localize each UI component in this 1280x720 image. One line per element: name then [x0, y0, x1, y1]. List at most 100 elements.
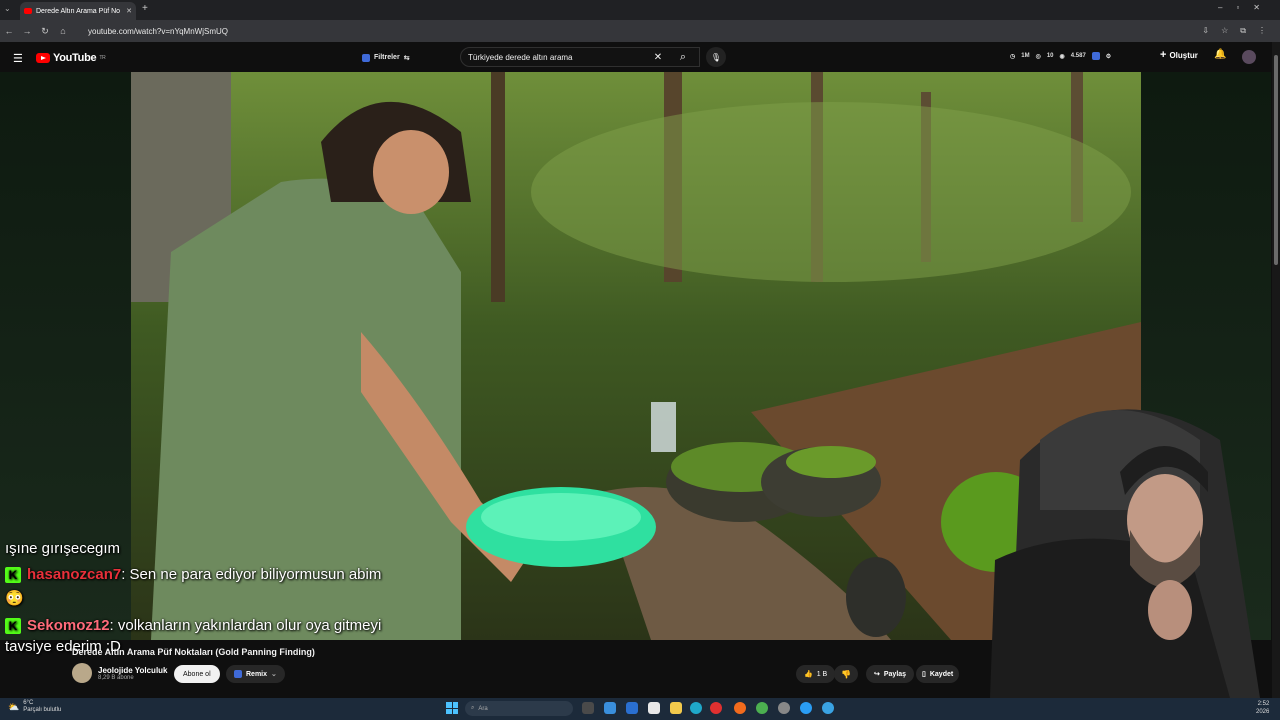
- chrome-icon[interactable]: [756, 702, 768, 714]
- chat-username: hasanozcan7: [27, 566, 122, 583]
- install-icon[interactable]: ⇩: [1202, 26, 1209, 36]
- notifications-bell-icon[interactable]: 🔔: [1214, 49, 1226, 60]
- chat-message-3: K Sekomoz12: volkanların yakınlardan olur…: [5, 617, 382, 635]
- share-label: Paylaş: [883, 670, 907, 678]
- thumbs-up-icon: 👍: [804, 671, 813, 678]
- bookmark-icon: ▯: [922, 671, 926, 678]
- opera-icon[interactable]: [710, 702, 722, 714]
- like-count: 1 B: [816, 670, 828, 678]
- subscribe-button[interactable]: Abone ol: [174, 665, 220, 683]
- extensions-icon[interactable]: ⧉: [1240, 26, 1246, 36]
- filter-label: Filtreler: [374, 54, 400, 61]
- address-bar: ← → ↻ ⌂ youtube.com/watch?v=nYqMnWjSmUQ …: [0, 20, 1280, 42]
- remix-button[interactable]: Remix ⌄: [226, 665, 285, 683]
- app-icon-3[interactable]: [648, 702, 660, 714]
- tab-title: Derede Altın Arama Püf No: [36, 7, 121, 15]
- clock-time: 2:52: [1257, 701, 1270, 707]
- share-icon: ↪: [874, 671, 880, 678]
- microphone-icon[interactable]: 🎙: [706, 47, 726, 67]
- minimize-icon[interactable]: –: [1218, 3, 1222, 12]
- user-avatar[interactable]: [1242, 50, 1256, 64]
- app-icon-5[interactable]: [800, 702, 812, 714]
- browser-tab[interactable]: Derede Altın Arama Püf No ✕: [20, 2, 136, 20]
- close-window-icon[interactable]: ✕: [1253, 3, 1260, 12]
- firefox-icon[interactable]: [734, 702, 746, 714]
- clock-date: 2026: [1256, 709, 1270, 715]
- channel-avatar[interactable]: [72, 663, 92, 683]
- youtube-play-icon: [36, 53, 50, 63]
- eye-icon: ◎: [1035, 53, 1041, 60]
- forward-icon[interactable]: →: [18, 26, 36, 36]
- save-button[interactable]: ▯ Kaydet: [916, 665, 960, 683]
- save-label: Kaydet: [929, 670, 954, 678]
- remix-label: Remix: [246, 670, 268, 678]
- chat-username: Sekomoz12: [27, 617, 110, 634]
- clock-icon: ◷: [1010, 53, 1016, 60]
- weather-temp: 6°C: [23, 700, 34, 706]
- kick-badge-icon: K: [5, 618, 21, 635]
- stat-2: 10: [1046, 53, 1054, 59]
- chat-message-1: ışıne gırışecegım: [5, 540, 121, 557]
- search-icon: ⌕: [471, 705, 475, 711]
- stat-1: 1M: [1021, 53, 1030, 59]
- webcam-frame: [990, 409, 1260, 698]
- stat-3: 4.587: [1070, 53, 1086, 59]
- filter-button[interactable]: Filtreler ⇆: [362, 50, 410, 65]
- plus-icon: +: [1160, 49, 1167, 61]
- logo-country: TR: [99, 55, 106, 61]
- file-explorer-icon[interactable]: [670, 702, 682, 714]
- chevron-down-icon: ⌄: [271, 671, 277, 678]
- thumb-icon: ◉: [1059, 53, 1065, 60]
- channel-name[interactable]: Jeolojide Yolculuk: [98, 666, 168, 675]
- settings-icon[interactable]: ⚙: [1106, 53, 1111, 60]
- edge-icon[interactable]: [690, 702, 702, 714]
- chat-emoji: 😳: [5, 590, 24, 607]
- maximize-icon[interactable]: ▫: [1236, 3, 1239, 12]
- logo-text: YouTube: [53, 52, 97, 64]
- taskbar-search[interactable]: ⌕ Ara: [465, 701, 573, 716]
- home-icon[interactable]: ⌂: [54, 26, 72, 36]
- weather-widget[interactable]: ⛅ 6°C Parçalı bulutlu: [8, 700, 61, 714]
- telegram-icon[interactable]: [822, 702, 834, 714]
- chat-message-2: Khasanozcan7: Sen ne para ediyor biliyor…: [5, 566, 382, 584]
- taskbar-clock[interactable]: 2:52 2026: [1256, 700, 1269, 716]
- channel-info[interactable]: Jeolojide Yolculuk 8,29 B abone: [72, 663, 168, 683]
- chat-text: : Sen ne para ediyor biliyormusun abim: [121, 566, 382, 583]
- extension-stats: ◷ 1M ◎ 10 ◉ 4.587 ⚙: [1010, 52, 1111, 60]
- chat-text: : volkanların yakınlardan olur oya gitme…: [109, 617, 382, 634]
- app-icon-2[interactable]: [626, 702, 638, 714]
- browser-tab-bar: ⌄ Derede Altın Arama Püf No ✕ + – ▫ ✕: [0, 0, 1280, 20]
- url-field[interactable]: youtube.com/watch?v=nYqMnWjSmUQ: [88, 27, 228, 36]
- new-tab-icon[interactable]: +: [142, 3, 148, 14]
- bookmark-star-icon[interactable]: ☆: [1221, 26, 1228, 36]
- tab-list-icon[interactable]: ⌄: [4, 4, 11, 13]
- app-icon-4[interactable]: [778, 702, 790, 714]
- filter-sliders-icon: ⇆: [403, 54, 410, 62]
- windows-start-icon[interactable]: [446, 702, 458, 714]
- app-icon-1[interactable]: [604, 702, 616, 714]
- search-icon[interactable]: ⌕: [666, 47, 700, 67]
- search-value: Türkiyede derede altın arama: [468, 52, 573, 62]
- thumbs-down-icon: 👎: [841, 669, 851, 679]
- back-icon[interactable]: ←: [0, 26, 18, 36]
- like-button[interactable]: 👍 1 B: [796, 665, 836, 683]
- hamburger-menu-icon[interactable]: ☰: [13, 52, 23, 65]
- dislike-button[interactable]: 👎: [834, 665, 858, 683]
- create-button[interactable]: + Oluştur: [1160, 49, 1198, 61]
- extension-badge-icon[interactable]: [1091, 52, 1100, 60]
- youtube-favicon-icon: [24, 8, 32, 14]
- create-label: Oluştur: [1169, 50, 1198, 60]
- scrollbar-thumb[interactable]: [1274, 55, 1278, 265]
- weather-desc: Parçalı bulutlu: [23, 707, 62, 713]
- close-tab-icon[interactable]: ✕: [126, 7, 132, 15]
- share-button[interactable]: ↪ Paylaş: [866, 665, 915, 683]
- video-title: Derede Altın Arama Püf Noktaları (Gold P…: [72, 647, 315, 657]
- clear-search-icon[interactable]: ✕: [650, 47, 666, 67]
- cloud-sun-icon: ⛅: [8, 701, 20, 712]
- remix-icon: [234, 670, 242, 678]
- task-view-icon[interactable]: [582, 702, 594, 714]
- reload-icon[interactable]: ↻: [36, 26, 54, 37]
- kick-badge-icon: K: [5, 567, 21, 584]
- youtube-logo[interactable]: YouTube TR: [36, 52, 106, 64]
- menu-dots-icon[interactable]: ⋮: [1258, 26, 1266, 36]
